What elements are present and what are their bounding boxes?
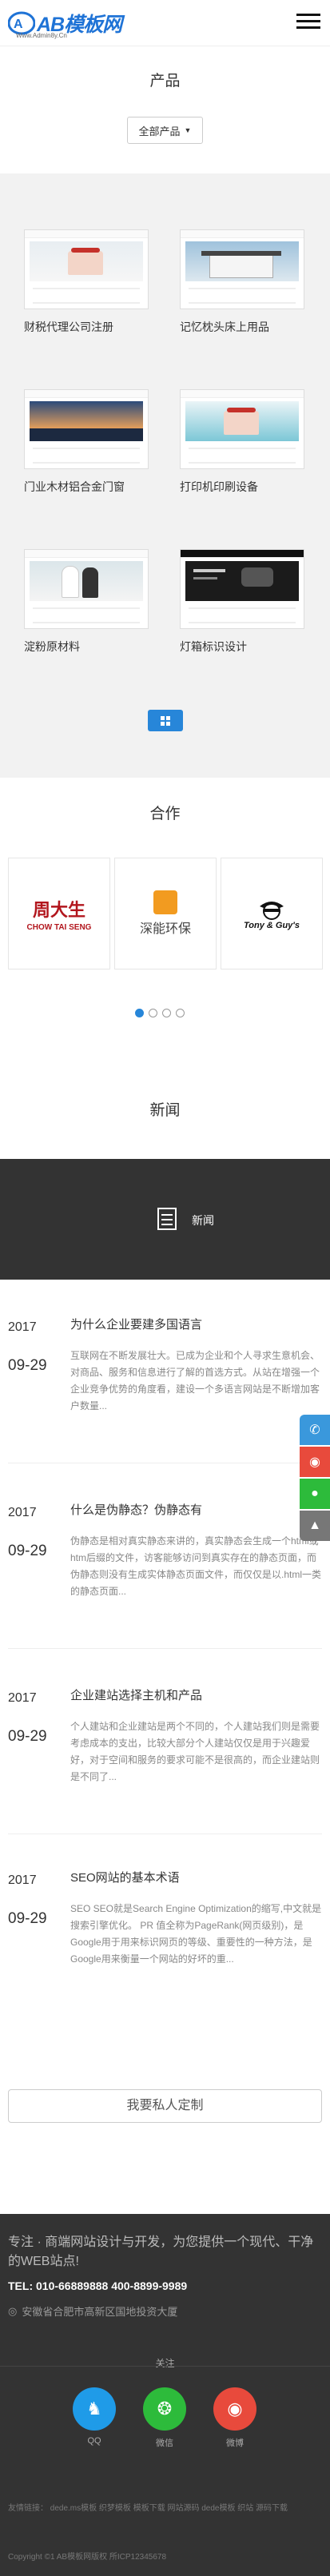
site-footer: 专注 · 商端网站设计与开发，为您提供一个现代、干净的WEB站点! TEL: 0… [0, 2214, 330, 2576]
social-label: QQ [87, 2436, 101, 2446]
weibo-icon: ◉ [309, 1455, 320, 1469]
partner-carousel[interactable]: 周大生 CHOW TAI SENG 深能环保 Tony & Guy's [8, 858, 330, 969]
wechat-icon: ● [311, 1487, 319, 1500]
news-date: 09-29 [8, 1543, 47, 1559]
news-title[interactable]: 企业建站选择主机和产品 [70, 1686, 202, 1703]
news-summary: SEO SEO就是Search Engine Optimization的缩写,中… [70, 1903, 322, 1965]
partner-sub: CHOW TAI SENG [26, 922, 92, 932]
phone-icon: ✆ [309, 1423, 320, 1437]
news-document-icon [157, 1208, 177, 1230]
product-thumbnail[interactable] [24, 229, 149, 309]
product-thumbnail[interactable] [180, 549, 304, 629]
news-date: 09-29 [8, 1357, 47, 1374]
weibo-button[interactable]: ◉ [213, 2387, 256, 2431]
follow-label: 关注 [155, 2358, 175, 2369]
wechat-icon: ❂ [157, 2399, 173, 2419]
divider [0, 2366, 330, 2367]
pagination-dot[interactable] [149, 1009, 157, 1017]
pagination-dot[interactable] [135, 1009, 144, 1017]
phone-float-button[interactable]: ✆ [300, 1415, 330, 1445]
partner-logo[interactable]: Tony & Guy's [221, 858, 323, 969]
partners-title: 合作 [149, 806, 181, 822]
menu-icon[interactable] [296, 14, 320, 33]
footer-tel: TEL: 010-66889888 400-8899-9989 [8, 2279, 188, 2292]
product-label[interactable]: 灯箱标识设计 [180, 639, 322, 655]
location-icon: ◎ [8, 2304, 18, 2317]
news-title[interactable]: 为什么企业要建多国语言 [70, 1316, 202, 1332]
logo-subtitle: Www.Admin8y.Cn [16, 32, 67, 39]
news-date: 09-29 [8, 1910, 47, 1927]
qq-button[interactable]: ♞ [73, 2387, 116, 2431]
copyright: Copyright ©1 AB模板网版权 所ICP12345678 [8, 2553, 167, 2562]
products-title: 产品 [149, 73, 181, 90]
partner-name: Tony & Guy's [243, 921, 300, 930]
product-label[interactable]: 门业木材铝合金门窗 [24, 479, 166, 495]
social-label: 微信 [156, 2439, 173, 2448]
product-card[interactable]: 灯箱标识设计 [180, 549, 322, 655]
pagination-dot[interactable] [162, 1009, 171, 1017]
divider [8, 1833, 322, 1834]
social-label: 微博 [226, 2439, 244, 2448]
back-to-top-button[interactable]: ▲ [300, 1511, 330, 1541]
divider [8, 1648, 322, 1649]
product-thumbnail[interactable] [24, 389, 149, 469]
more-products-button[interactable] [148, 710, 183, 731]
news-title[interactable]: SEO网站的基本术语 [70, 1869, 180, 1885]
footer-tagline: 专注 · 商端网站设计与开发，为您提供一个现代、干净的WEB站点! [8, 2236, 314, 2268]
pagination-dot[interactable] [176, 1009, 185, 1017]
news-year: 2017 [8, 1506, 37, 1519]
qq-icon: ♞ [86, 2399, 102, 2419]
partner-emblem-icon [153, 890, 177, 914]
product-card[interactable]: 打印机印刷设备 [180, 389, 322, 495]
product-card[interactable]: 记忆枕头床上用品 [180, 229, 322, 335]
news-year: 2017 [8, 1320, 37, 1334]
product-category-dropdown[interactable]: 全部产品 ▼ [127, 117, 203, 144]
news-year: 2017 [8, 1691, 37, 1705]
friend-links[interactable]: 友情链接： dede.ms模板 织梦模板 模板下载 网站源码 dede模板 织站… [8, 2498, 322, 2519]
news-summary: 互联网在不断发展壮大。已成为企业和个人寻求生意机会、对商品、服务和信息进行了解的… [70, 1350, 320, 1411]
product-card[interactable]: 淀粉原材料 [24, 549, 166, 655]
product-label[interactable]: 记忆枕头床上用品 [180, 319, 322, 335]
weibo-float-button[interactable]: ◉ [300, 1447, 330, 1477]
product-thumbnail[interactable] [180, 389, 304, 469]
face-icon [260, 902, 284, 920]
arrow-up-icon: ▲ [308, 1519, 321, 1532]
news-year: 2017 [8, 1873, 37, 1887]
svg-text:A: A [14, 18, 23, 31]
address-text: 安徽省合肥市高新区国地投资大厦 [22, 2306, 178, 2318]
product-thumbnail[interactable] [180, 229, 304, 309]
news-date: 09-29 [8, 1728, 47, 1745]
custom-service-button[interactable]: 我要私人定制 [8, 2089, 322, 2123]
product-card[interactable]: 财税代理公司注册 [24, 229, 166, 335]
wechat-button[interactable]: ❂ [143, 2387, 186, 2431]
product-label[interactable]: 财税代理公司注册 [24, 319, 166, 335]
partner-name: 周大生 [32, 899, 85, 921]
site-header: A AB模板网 Www.Admin8y.Cn [0, 0, 330, 46]
news-summary: 伪静态是相对真实静态来讲的，真实静态会生成一个html或htm后缀的文件，访客能… [70, 1535, 322, 1597]
product-card[interactable]: 门业木材铝合金门窗 [24, 389, 166, 495]
partner-name: 深能环保 [139, 922, 191, 936]
news-banner[interactable]: 新闻 [0, 1159, 330, 1280]
grid-icon [161, 715, 170, 726]
news-title: 新闻 [149, 1102, 181, 1119]
news-summary: 个人建站和企业建站是两个不同的，个人建站我们则是需要考虑成本的支出，比较大部分个… [70, 1721, 320, 1782]
dropdown-label: 全部产品 [138, 125, 181, 137]
partner-logo[interactable]: 周大生 CHOW TAI SENG [8, 858, 110, 969]
wechat-float-button[interactable]: ● [300, 1479, 330, 1509]
partner-logo[interactable]: 深能环保 [114, 858, 217, 969]
weibo-icon: ◉ [227, 2399, 243, 2419]
product-label[interactable]: 淀粉原材料 [24, 639, 166, 655]
product-thumbnail[interactable] [24, 549, 149, 629]
caret-down-icon: ▼ [184, 126, 192, 134]
news-title[interactable]: 什么是伪静态？伪静态有 [70, 1501, 202, 1518]
carousel-pagination[interactable] [135, 1009, 185, 1017]
news-banner-label: 新闻 [192, 1214, 214, 1227]
product-label[interactable]: 打印机印刷设备 [180, 479, 322, 495]
footer-address: ◎ 安徽省合肥市高新区国地投资大厦 [8, 2303, 177, 2319]
